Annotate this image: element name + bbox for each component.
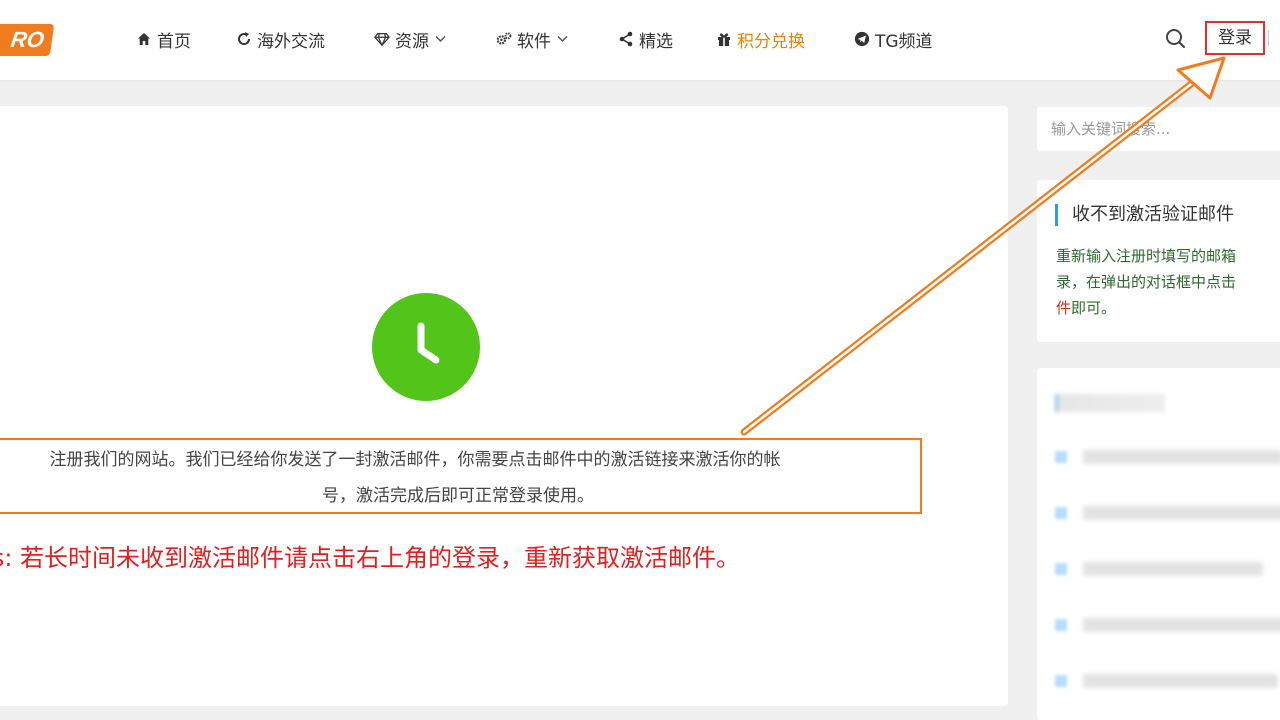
blurred-widget-title [1055,394,1165,412]
blurred-list-item[interactable] [1055,561,1280,577]
nav-item-label: 精选 [639,31,673,52]
blurred-list-item[interactable] [1055,449,1280,465]
clock-icon [372,293,480,401]
widget-text-rest: 即可。 [1071,299,1117,317]
site-header: RO 首页 海外交流 资源 软件 精选 积分兑换 TG频道 登录 [0,0,1280,80]
gears-icon [496,31,512,47]
activation-message-line1: 注册我们的网站。我们已经给你发送了一封激活邮件，你需要点击邮件中的激活链接来激活… [49,450,781,470]
login-button[interactable]: 登录 [1205,21,1265,55]
widget-body: 重新输入注册时填写的邮箱 录，在弹出的对话框中点击 件即可。 [1056,243,1280,321]
share-icon [618,31,634,47]
search-icon[interactable] [1164,27,1188,51]
chevron-down-icon [557,33,568,46]
activation-message: 注册我们的网站。我们已经给你发送了一封激活邮件，你需要点击邮件中的激活链接来激活… [0,438,922,514]
sidebar-search [1037,107,1280,151]
activation-message-line2: 号，激活完成后即可正常登录使用。 [322,486,594,506]
blurred-list-item[interactable] [1055,617,1280,633]
header-divider [1268,30,1269,46]
nav-item-overseas[interactable]: 海外交流 [236,28,325,52]
widget-text-highlight: 件 [1056,299,1072,317]
widget-title: 收不到激活验证邮件 [1055,204,1234,226]
blurred-list-item[interactable] [1055,505,1280,521]
refresh-icon [236,31,252,47]
nav-item-label: TG频道 [875,31,933,52]
gift-icon [716,31,732,47]
nav-item-label: 海外交流 [257,31,325,52]
nav-item-label: 软件 [517,31,551,52]
nav-item-home[interactable]: 首页 [136,28,191,52]
nav-item-label: 首页 [157,31,191,52]
telegram-icon [854,30,870,48]
widget-text-line: 录，在弹出的对话框中点击 [1056,273,1237,291]
activation-notice-card [0,106,1008,706]
widget-text-line: 件即可。 [1056,295,1280,321]
tips-text: Tips: 若长时间未收到激活邮件请点击右上角的登录，重新获取激活邮件。 [0,544,741,572]
blurred-list-item[interactable] [1055,673,1280,689]
nav-item-label: 积分兑换 [737,31,805,52]
blurred-list-widget [1037,368,1280,720]
diamond-icon [374,31,390,47]
chevron-down-icon [435,33,446,46]
nav-item-resources[interactable]: 资源 [374,28,446,52]
main-nav: 首页 海外交流 资源 软件 精选 积分兑换 TG频道 [0,0,1280,80]
home-icon [136,32,152,46]
nav-item-software[interactable]: 软件 [496,28,568,52]
nav-item-points-exchange[interactable]: 积分兑换 [716,28,805,52]
nav-item-featured[interactable]: 精选 [618,28,673,52]
activation-help-widget: 收不到激活验证邮件 重新输入注册时填写的邮箱 录，在弹出的对话框中点击 件即可。 [1037,180,1280,342]
nav-item-tg-channel[interactable]: TG频道 [854,28,933,52]
search-input[interactable] [1037,107,1280,151]
nav-item-label: 资源 [395,31,429,52]
widget-text-line: 重新输入注册时填写的邮箱 [1056,247,1237,265]
